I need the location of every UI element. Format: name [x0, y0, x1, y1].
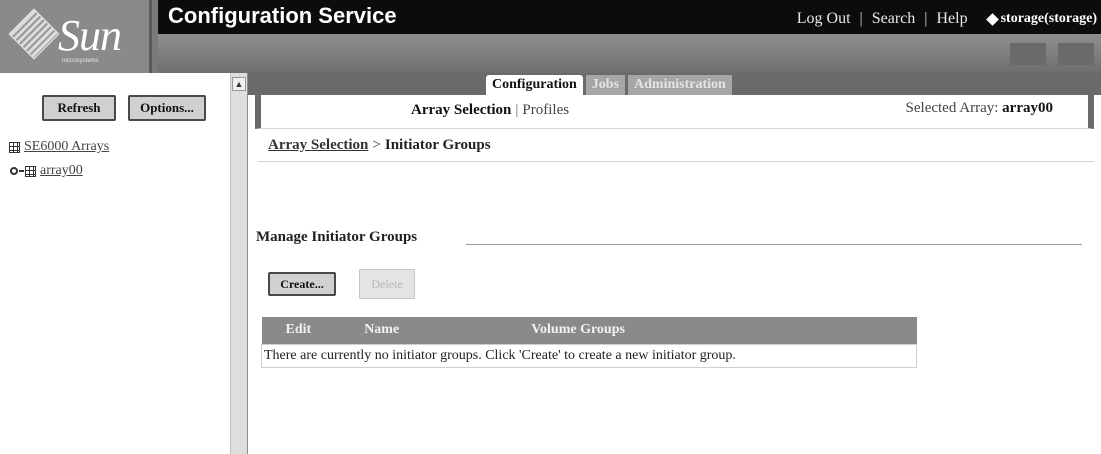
- breadcrumb-link-array-selection[interactable]: Array Selection: [268, 137, 368, 154]
- subtab-profiles[interactable]: Profiles: [522, 102, 569, 119]
- expand-toggle-icon[interactable]: [10, 167, 18, 175]
- scroll-up-arrow-icon[interactable]: ▲: [232, 77, 246, 91]
- table-header-row: Edit Name Volume Groups: [261, 317, 917, 344]
- column-header-name[interactable]: Name: [311, 317, 402, 344]
- delete-button: Delete: [359, 269, 415, 299]
- subtab-array-selection[interactable]: Array Selection: [411, 102, 511, 119]
- subtab-separator: |: [515, 102, 519, 118]
- page-title: Manage Initiator Groups: [256, 229, 418, 245]
- subtabs: Array Selection | Profiles: [411, 102, 569, 119]
- breadcrumb-current: Initiator Groups: [384, 137, 491, 153]
- logo: Sun microsystems: [0, 0, 152, 73]
- title-bar: Configuration Service Log Out | Search |…: [158, 0, 1101, 34]
- banner-block: [1058, 43, 1094, 65]
- logo-subtext: microsystems: [62, 58, 99, 64]
- tree-connector: [19, 170, 24, 172]
- create-button[interactable]: Create...: [268, 272, 336, 296]
- tree-item-label[interactable]: array00: [40, 163, 83, 179]
- selected-array-label: Selected Array:: [905, 100, 999, 116]
- array-group-icon: [9, 141, 20, 153]
- selected-array-value: array00: [1002, 100, 1053, 116]
- current-user: storage(storage): [985, 11, 1097, 27]
- link-separator: |: [924, 10, 928, 27]
- tab-configuration[interactable]: Configuration: [486, 75, 583, 95]
- refresh-button[interactable]: Refresh: [42, 95, 116, 121]
- tab-administration[interactable]: Administration: [628, 75, 732, 95]
- logout-link[interactable]: Log Out: [797, 10, 851, 28]
- masthead: Sun microsystems Configuration Service L…: [0, 0, 1101, 73]
- banner-strip: [158, 34, 1101, 73]
- navigation-scrollbar[interactable]: ▲: [230, 73, 248, 454]
- app-title: Configuration Service: [168, 3, 397, 28]
- column-header-volume-groups[interactable]: Volume Groups: [401, 317, 917, 344]
- column-header-edit[interactable]: Edit: [261, 317, 312, 344]
- help-link[interactable]: Help: [936, 10, 967, 28]
- tree-item-array00[interactable]: array00: [10, 163, 83, 179]
- empty-table-message: There are currently no initiator groups.…: [261, 343, 917, 368]
- user-diamond-icon: [985, 12, 999, 26]
- link-separator: |: [859, 10, 863, 27]
- breadcrumb: Array Selection > Initiator Groups: [268, 137, 491, 154]
- tab-jobs[interactable]: Jobs: [585, 75, 626, 95]
- initiator-groups-table: Edit Name Volume Groups There are curren…: [261, 317, 917, 368]
- navigation-pane: Refresh Options... SE6000 Arrays array00: [0, 73, 230, 454]
- tab-band: Configuration Jobs Administration: [248, 73, 1101, 95]
- section-divider: [466, 244, 1082, 245]
- sun-diamond-icon: [8, 8, 60, 60]
- divider: [258, 161, 1094, 162]
- breadcrumb-separator: >: [372, 137, 381, 153]
- user-name: storage(storage): [1000, 11, 1097, 26]
- search-link[interactable]: Search: [872, 10, 916, 28]
- utility-links: Log Out | Search | Help storage(storage): [797, 8, 1101, 30]
- array-icon: [25, 165, 36, 177]
- banner-block: [1010, 43, 1046, 65]
- subtab-bar: Array Selection | Profiles Selected Arra…: [255, 95, 1094, 129]
- table-row: There are currently no initiator groups.…: [261, 343, 917, 368]
- selected-array-indicator: Selected Array: array00: [906, 100, 1053, 117]
- options-button[interactable]: Options...: [128, 95, 206, 121]
- tree-item-se6000-arrays[interactable]: SE6000 Arrays: [9, 139, 109, 155]
- tree-item-label[interactable]: SE6000 Arrays: [24, 139, 109, 155]
- logo-text: Sun: [58, 11, 122, 60]
- content-pane: Configuration Jobs Administration Array …: [248, 73, 1101, 454]
- main-tabs: Configuration Jobs Administration: [486, 75, 732, 95]
